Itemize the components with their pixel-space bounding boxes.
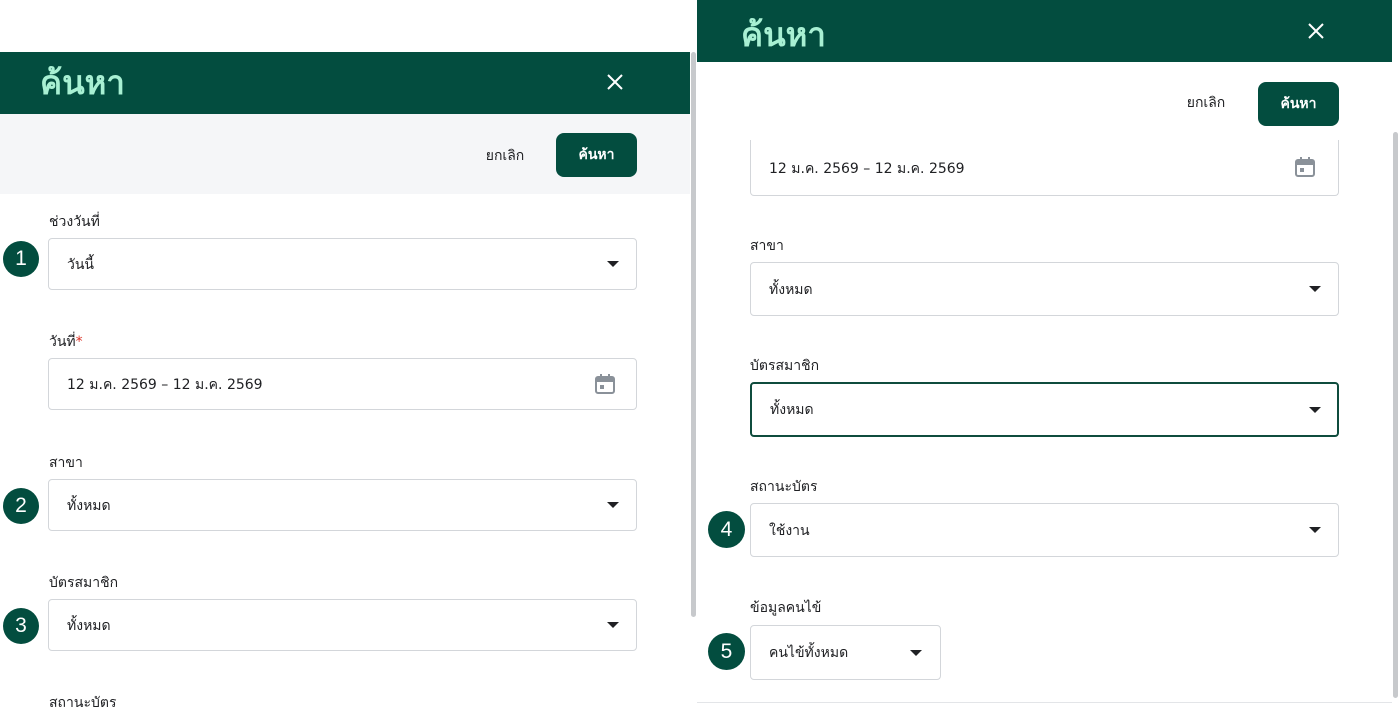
dropdown-caret-icon bbox=[1309, 527, 1321, 533]
step-badge-3: 3 bbox=[3, 608, 39, 644]
dialog-title: ค้นหา bbox=[741, 15, 826, 54]
dialog-title: ค้นหา bbox=[40, 63, 125, 102]
date-range-label: ช่วงวันที่ bbox=[49, 214, 100, 230]
step-badge-1: 1 bbox=[3, 241, 39, 277]
card-status-select[interactable]: ใช้งาน bbox=[750, 503, 1339, 557]
cancel-button[interactable]: ยกเลิก bbox=[460, 134, 550, 178]
date-value: 12 ม.ค. 2569 – 12 ม.ค. 2569 bbox=[67, 377, 263, 393]
dialog-header: ค้นหา bbox=[697, 0, 1392, 62]
calendar-icon[interactable] bbox=[1294, 156, 1316, 178]
step-badge-2: 2 bbox=[3, 488, 39, 524]
branch-label: สาขา bbox=[750, 238, 784, 254]
dropdown-caret-icon bbox=[910, 650, 922, 656]
branch-select[interactable]: ทั้งหมด bbox=[750, 262, 1339, 316]
dropdown-caret-icon bbox=[607, 261, 619, 267]
member-card-select[interactable]: ทั้งหมด bbox=[48, 599, 637, 651]
scrollbar[interactable] bbox=[1393, 132, 1398, 698]
date-picker-field[interactable]: 12 ม.ค. 2569 – 12 ม.ค. 2569 bbox=[48, 358, 637, 410]
search-dialog-right: ค้นหา ยกเลิก ค้นหา 12 ม.ค. 2569 – 12 ม.ค… bbox=[697, 0, 1400, 708]
search-button[interactable]: ค้นหา bbox=[556, 133, 637, 177]
action-bar: ยกเลิก ค้นหา bbox=[697, 63, 1392, 141]
dialog-header: ค้นหา bbox=[0, 52, 690, 114]
patient-info-select[interactable]: คนไข้ทั้งหมด bbox=[750, 625, 941, 680]
cancel-button[interactable]: ยกเลิก bbox=[1161, 81, 1251, 125]
action-bar: ยกเลิก ค้นหา bbox=[0, 114, 690, 194]
required-mark: * bbox=[75, 334, 83, 350]
close-icon[interactable] bbox=[1301, 16, 1331, 46]
date-label: วันที่* bbox=[49, 332, 83, 352]
branch-label: สาขา bbox=[49, 455, 83, 471]
dropdown-caret-icon bbox=[607, 502, 619, 508]
dropdown-caret-icon bbox=[1309, 407, 1321, 413]
scrollbar[interactable] bbox=[691, 52, 696, 617]
member-card-label: บัตรสมาชิก bbox=[750, 358, 820, 374]
patient-info-value: คนไข้ทั้งหมด bbox=[769, 645, 849, 661]
step-badge-4: 4 bbox=[708, 511, 745, 548]
dropdown-caret-icon bbox=[1309, 286, 1321, 292]
divider bbox=[697, 702, 1392, 703]
close-icon[interactable] bbox=[600, 67, 630, 97]
dropdown-caret-icon bbox=[607, 622, 619, 628]
member-card-value: ทั้งหมด bbox=[770, 402, 814, 418]
member-card-select[interactable]: ทั้งหมด bbox=[750, 382, 1339, 437]
date-range-value: วันนี้ bbox=[67, 257, 95, 273]
step-badge-5: 5 bbox=[708, 633, 745, 670]
patient-info-label: ข้อมูลคนไข้ bbox=[750, 600, 822, 616]
branch-select[interactable]: ทั้งหมด bbox=[48, 479, 637, 531]
date-range-select[interactable]: วันนี้ bbox=[48, 238, 637, 290]
member-card-value: ทั้งหมด bbox=[67, 618, 111, 634]
card-status-label: สถานะบัตร bbox=[49, 695, 117, 708]
date-label-text: วันที่ bbox=[49, 334, 76, 350]
branch-value: ทั้งหมด bbox=[769, 282, 813, 298]
calendar-icon[interactable] bbox=[594, 373, 616, 395]
member-card-label: บัตรสมาชิก bbox=[49, 575, 119, 591]
card-status-value: ใช้งาน bbox=[769, 523, 810, 539]
card-status-label: สถานะบัตร bbox=[750, 479, 818, 495]
date-value: 12 ม.ค. 2569 – 12 ม.ค. 2569 bbox=[769, 161, 965, 177]
search-dialog-left: ค้นหา ยกเลิก ค้นหา ช่วงวันที่ 1 วันนี้ ว… bbox=[0, 0, 697, 708]
branch-value: ทั้งหมด bbox=[67, 498, 111, 514]
date-picker-field[interactable]: 12 ม.ค. 2569 – 12 ม.ค. 2569 bbox=[750, 140, 1339, 196]
search-button[interactable]: ค้นหา bbox=[1258, 82, 1339, 126]
